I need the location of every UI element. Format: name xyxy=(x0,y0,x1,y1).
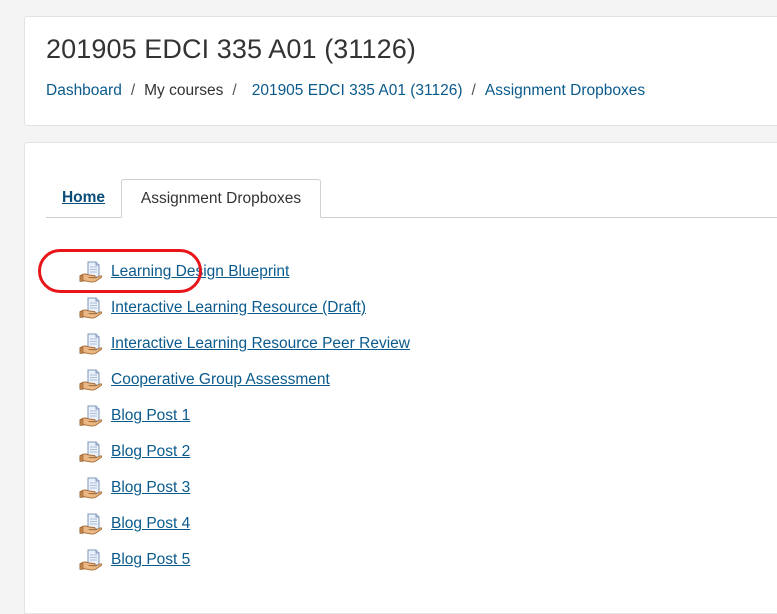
assignment-icon xyxy=(79,476,103,500)
breadcrumb: Dashboard / My courses / 201905 EDCI 335… xyxy=(46,82,645,100)
breadcrumb-my-courses: My courses xyxy=(144,82,224,99)
activity-ilr-draft[interactable]: Interactive Learning Resource (Draft) xyxy=(79,296,366,320)
assignment-icon xyxy=(79,260,103,284)
activity-link[interactable]: Interactive Learning Resource (Draft) xyxy=(111,299,366,317)
activity-blog-post-1[interactable]: Blog Post 1 xyxy=(79,404,190,428)
activity-ilr-peer-review[interactable]: Interactive Learning Resource Peer Revie… xyxy=(79,332,410,356)
page-title: 201905 EDCI 335 A01 (31126) xyxy=(46,34,416,64)
activity-blog-post-2[interactable]: Blog Post 2 xyxy=(79,440,190,464)
breadcrumb-separator: / xyxy=(232,82,237,99)
assignment-icon xyxy=(79,512,103,536)
activity-link[interactable]: Blog Post 1 xyxy=(111,407,190,425)
breadcrumb-course[interactable]: 201905 EDCI 335 A01 (31126) xyxy=(252,82,463,99)
course-content: Home Assignment Dropboxes Learning Desig… xyxy=(24,142,777,614)
breadcrumb-assignment-dropboxes[interactable]: Assignment Dropboxes xyxy=(485,82,645,99)
activity-link[interactable]: Learning Design Blueprint xyxy=(111,263,289,281)
tab-assignment-dropboxes[interactable]: Assignment Dropboxes xyxy=(121,179,321,218)
breadcrumb-separator: / xyxy=(471,82,476,99)
activity-link[interactable]: Blog Post 2 xyxy=(111,443,190,461)
assignment-icon xyxy=(79,548,103,572)
activity-link[interactable]: Interactive Learning Resource Peer Revie… xyxy=(111,335,410,353)
breadcrumb-dashboard[interactable]: Dashboard xyxy=(46,82,122,99)
assignment-icon xyxy=(79,440,103,464)
page-header: 201905 EDCI 335 A01 (31126) Dashboard / … xyxy=(24,16,777,126)
section-tabs: Home Assignment Dropboxes xyxy=(46,179,777,218)
activity-link[interactable]: Cooperative Group Assessment xyxy=(111,371,330,389)
assignment-icon xyxy=(79,404,103,428)
activity-link[interactable]: Blog Post 5 xyxy=(111,551,190,569)
activity-cooperative-group-assessment[interactable]: Cooperative Group Assessment xyxy=(79,368,330,392)
activity-link[interactable]: Blog Post 4 xyxy=(111,515,190,533)
assignment-icon xyxy=(79,332,103,356)
assignment-icon xyxy=(79,296,103,320)
tab-home[interactable]: Home xyxy=(46,179,121,217)
activity-learning-design-blueprint[interactable]: Learning Design Blueprint xyxy=(79,260,289,284)
breadcrumb-separator: / xyxy=(130,82,136,99)
activity-blog-post-4[interactable]: Blog Post 4 xyxy=(79,512,190,536)
assignment-icon xyxy=(79,368,103,392)
activity-blog-post-5[interactable]: Blog Post 5 xyxy=(79,548,190,572)
activity-blog-post-3[interactable]: Blog Post 3 xyxy=(79,476,190,500)
activity-link[interactable]: Blog Post 3 xyxy=(111,479,190,497)
